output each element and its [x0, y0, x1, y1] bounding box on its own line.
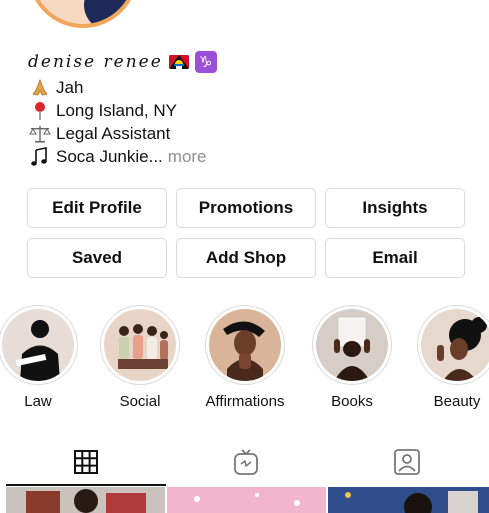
post-thumbnail[interactable]: [328, 487, 489, 513]
highlight-cover: [2, 309, 74, 381]
tab-posts-grid[interactable]: [6, 440, 166, 484]
profile-name: denise renee: [28, 52, 163, 72]
email-button[interactable]: Email: [325, 238, 465, 278]
post-thumbnail[interactable]: [167, 487, 326, 513]
highlight-cover: [316, 309, 388, 381]
highlight-law[interactable]: Law: [0, 305, 78, 410]
highlight-social[interactable]: Social: [100, 305, 180, 410]
antigua-flag-icon: [168, 55, 189, 69]
bio-text: Jah: [56, 77, 84, 97]
tab-tagged[interactable]: [327, 440, 487, 484]
highlight-cover: [209, 309, 281, 381]
bio-more-link[interactable]: more: [168, 147, 207, 167]
tab-igtv[interactable]: [166, 440, 326, 484]
tagged-icon: [394, 449, 420, 475]
music-notes-icon: [28, 146, 52, 167]
add-shop-button[interactable]: Add Shop: [176, 238, 316, 278]
capricorn-icon: ♑: [194, 51, 217, 73]
bio-line-job: Legal Assistant: [28, 122, 468, 145]
highlight-cover: [421, 309, 489, 381]
grid-icon: [74, 450, 98, 474]
post-thumbnail[interactable]: [6, 487, 165, 513]
bio-line-music: Soca Junkie... more: [28, 145, 468, 168]
bio-text: Long Island, NY: [56, 100, 177, 120]
scales-icon: [28, 125, 52, 143]
edit-profile-button[interactable]: Edit Profile: [27, 188, 167, 228]
highlight-label: Books: [331, 393, 373, 410]
bio-line-faith: Jah: [28, 76, 468, 99]
highlight-label: Beauty: [433, 393, 481, 410]
bio-text: Legal Assistant: [56, 123, 171, 143]
map-pin-icon: [28, 101, 52, 121]
active-tab-indicator: [6, 484, 166, 486]
saved-button[interactable]: Saved: [27, 238, 167, 278]
highlight-label: Law: [24, 393, 52, 410]
profile-avatar[interactable]: [28, 0, 138, 28]
bio-line-location: Long Island, NY: [28, 99, 468, 122]
igtv-icon: [234, 449, 258, 475]
profile-name-row: denise renee ♑: [28, 48, 468, 76]
highlight-label: Affirmations: [205, 393, 285, 410]
highlight-label: Social: [119, 393, 161, 410]
praying-hands-icon: [28, 78, 52, 97]
highlight-books[interactable]: Books: [312, 305, 392, 410]
highlight-affirmations[interactable]: Affirmations: [205, 305, 285, 410]
bio-text: Soca Junkie...: [56, 146, 163, 166]
profile-tabs: [0, 440, 489, 484]
insights-button[interactable]: Insights: [325, 188, 465, 228]
promotions-button[interactable]: Promotions: [176, 188, 316, 228]
profile-bio: denise renee ♑ Jah Long Island, NY Legal…: [28, 48, 468, 168]
highlight-cover: [104, 309, 176, 381]
highlight-beauty[interactable]: Beauty: [417, 305, 489, 410]
